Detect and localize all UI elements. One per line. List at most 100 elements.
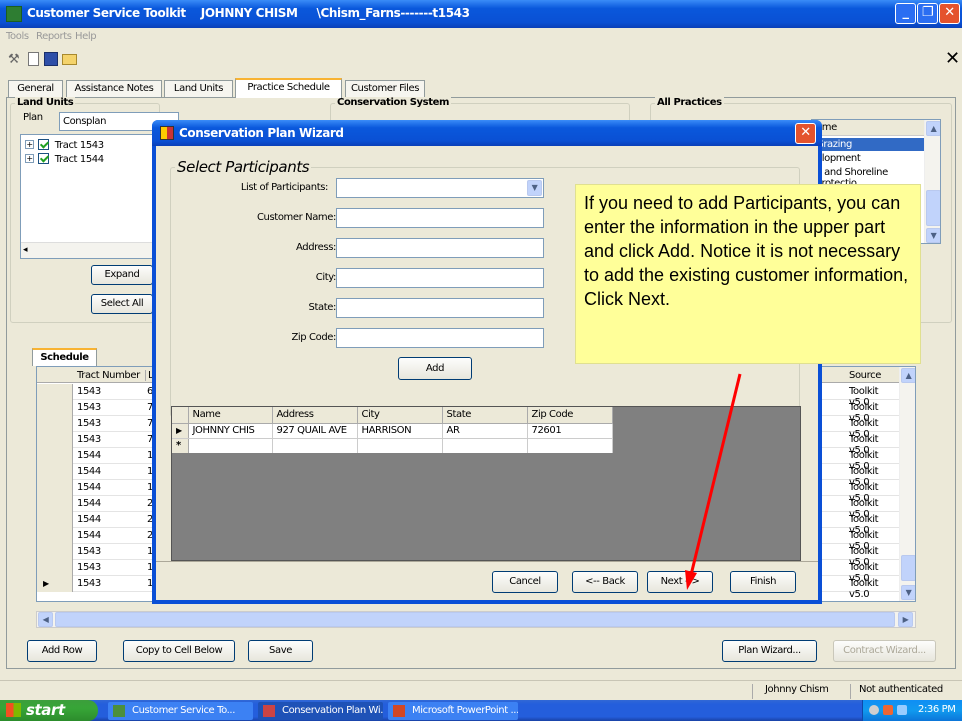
empty-cell[interactable] (188, 438, 273, 453)
copy-to-cell-below-button[interactable]: Copy to Cell Below (123, 640, 235, 662)
checkbox[interactable] (38, 139, 49, 150)
col-city[interactable]: City (357, 407, 443, 424)
expand-icon[interactable]: + (25, 154, 34, 163)
scroll-thumb[interactable] (926, 190, 940, 226)
tab-customer-files[interactable]: Customer Files (345, 80, 425, 98)
close-button[interactable]: ✕ (939, 3, 960, 24)
tab-general[interactable]: General (8, 80, 63, 98)
empty-cell[interactable] (272, 438, 358, 453)
tract-number-cell[interactable]: 1543 (77, 546, 101, 557)
tree-item-tract-1543[interactable]: + Tract 1543 (25, 139, 104, 151)
select-all-button[interactable]: Select All (91, 294, 153, 314)
tract-number-cell[interactable]: 1543 (77, 434, 101, 445)
tray-icon[interactable] (869, 705, 879, 715)
expand-icon[interactable]: + (25, 140, 34, 149)
new-icon[interactable] (28, 52, 39, 66)
col-source[interactable]: Source (849, 370, 881, 381)
scroll-down-icon[interactable]: ▼ (901, 585, 915, 600)
tract-number-cell[interactable]: 1544 (77, 498, 101, 509)
scroll-left-icon[interactable]: ◀ (38, 612, 53, 627)
start-button[interactable]: start (0, 700, 98, 721)
address-field[interactable] (336, 238, 544, 258)
taskbar-item-conservation-plan[interactable]: Conservation Plan Wi... (258, 702, 383, 720)
participant-name[interactable]: JOHNNY CHIS (188, 423, 273, 439)
empty-cell[interactable] (442, 438, 528, 453)
tract-number-cell[interactable]: 1544 (77, 450, 101, 461)
taskbar-item-customer-service[interactable]: Customer Service To... (108, 702, 253, 720)
scroll-up-icon[interactable]: ▲ (901, 368, 915, 383)
minimize-button[interactable]: _ (895, 3, 916, 24)
row-header[interactable] (37, 560, 73, 576)
scroll-down-icon[interactable]: ▼ (926, 228, 940, 243)
schedule-tab[interactable]: Schedule (32, 348, 97, 366)
tract-number-cell[interactable]: 1543 (77, 578, 101, 589)
save-button[interactable]: Save (248, 640, 313, 662)
participant-city[interactable]: HARRISON (357, 423, 443, 439)
participant-state[interactable]: AR (442, 423, 528, 439)
participant-zip[interactable]: 72601 (527, 423, 613, 439)
state-field[interactable] (336, 298, 544, 318)
tray-icon[interactable] (883, 705, 893, 715)
source-cell[interactable]: Toolkit v5.0 (849, 578, 899, 600)
add-participant-button[interactable]: Add (398, 357, 472, 380)
menu-help[interactable]: Help (75, 31, 97, 42)
col-tract-number[interactable]: Tract Number (77, 370, 140, 381)
zip-code-field[interactable] (336, 328, 544, 348)
row-header[interactable]: ▶ (37, 576, 73, 592)
row-header[interactable] (37, 480, 73, 496)
tab-practice-schedule[interactable]: Practice Schedule (235, 78, 342, 98)
tract-number-cell[interactable]: 1543 (77, 562, 101, 573)
tree-hscroll[interactable]: ◂ (21, 242, 161, 258)
tab-assistance-notes[interactable]: Assistance Notes (66, 80, 162, 98)
tree-item-tract-1544[interactable]: + Tract 1544 (25, 153, 104, 165)
taskbar-item-powerpoint[interactable]: Microsoft PowerPoint ... (388, 702, 518, 720)
row-header[interactable] (37, 464, 73, 480)
menu-reports[interactable]: Reports (36, 31, 72, 42)
plan-wizard-button[interactable]: Plan Wizard... (722, 640, 817, 662)
practice-item[interactable]: Grazing (812, 138, 924, 151)
finish-button[interactable]: Finish (730, 571, 796, 593)
tract-number-cell[interactable]: 1544 (77, 466, 101, 477)
col-address[interactable]: Address (272, 407, 358, 424)
row-header[interactable] (37, 400, 73, 416)
tract-number-cell[interactable]: 1544 (77, 514, 101, 525)
scroll-thumb[interactable] (55, 612, 895, 627)
checkbox[interactable] (38, 153, 49, 164)
open-icon[interactable] (62, 54, 77, 65)
add-row-button[interactable]: Add Row (27, 640, 97, 662)
save-icon[interactable] (44, 52, 58, 66)
schedule-vscroll[interactable]: ▲ ▼ (899, 367, 915, 601)
expand-button[interactable]: Expand (91, 265, 153, 285)
empty-cell[interactable] (357, 438, 443, 453)
tract-number-cell[interactable]: 1544 (77, 530, 101, 541)
next-button[interactable]: Next --> (647, 571, 713, 593)
row-header[interactable] (37, 416, 73, 432)
tract-number-cell[interactable]: 1543 (77, 418, 101, 429)
participant-row[interactable]: ▶ JOHNNY CHIS 927 QUAIL AVE HARRISON AR … (172, 423, 613, 439)
scroll-thumb[interactable] (901, 555, 915, 581)
back-button[interactable]: <-- Back (572, 571, 638, 593)
row-header[interactable] (37, 496, 73, 512)
wrench-icon[interactable]: ⚒ (8, 52, 20, 67)
empty-cell[interactable] (527, 438, 613, 453)
close-x-icon[interactable]: ✕ (945, 48, 960, 69)
row-header[interactable] (37, 432, 73, 448)
col-state[interactable]: State (442, 407, 528, 424)
practices-scrollbar[interactable]: ▲ ▼ (924, 120, 940, 243)
cancel-button[interactable]: Cancel (492, 571, 558, 593)
row-header[interactable] (37, 512, 73, 528)
list-participants-select[interactable]: ▼ (336, 178, 544, 198)
practice-item[interactable]: elopment (812, 152, 924, 165)
customer-name-field[interactable] (336, 208, 544, 228)
col-name[interactable]: Name (188, 407, 273, 424)
row-header[interactable] (37, 448, 73, 464)
restore-button[interactable]: ❐ (917, 3, 938, 24)
menu-tools[interactable]: Tools (6, 31, 29, 42)
tract-number-cell[interactable]: 1543 (77, 402, 101, 413)
scroll-right-icon[interactable]: ▶ (898, 612, 913, 627)
row-header[interactable] (37, 384, 73, 400)
tract-number-cell[interactable]: 1543 (77, 386, 101, 397)
wizard-close-button[interactable]: ✕ (795, 123, 816, 144)
chevron-down-icon[interactable]: ▼ (527, 180, 542, 196)
col-zip-code[interactable]: Zip Code (527, 407, 613, 424)
